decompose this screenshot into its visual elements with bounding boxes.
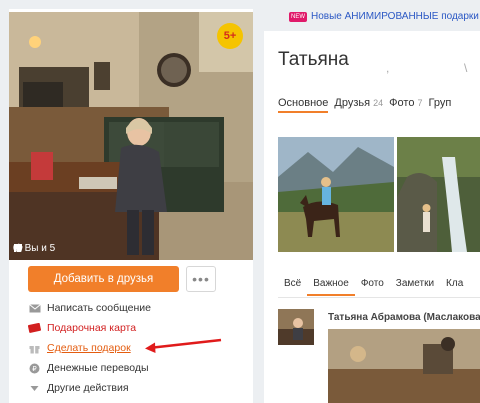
envelope-icon	[28, 303, 41, 314]
likes-stat[interactable]: Вы и 5	[14, 243, 56, 254]
profile-photo-image	[9, 12, 253, 260]
feed-photo[interactable]	[328, 329, 480, 403]
profile-main-card: Татьяна , \ Основное Друзья 24 Фото 7 Гр…	[264, 31, 480, 403]
more-actions-button[interactable]: •••	[186, 266, 216, 292]
action-make-gift[interactable]: Сделать подарок	[28, 338, 151, 358]
waterfall-photo-image	[397, 137, 480, 252]
feed-tab-notes[interactable]: Заметки	[390, 275, 440, 296]
money-icon: ₽	[28, 363, 41, 374]
horse-photo-image	[278, 137, 394, 252]
feed-tab-all[interactable]: Всё	[278, 275, 307, 296]
tab-groups[interactable]: Груп	[429, 97, 452, 113]
action-label: Денежные переводы	[47, 362, 149, 374]
feed-tab-important[interactable]: Важное	[307, 275, 355, 296]
feed-photo-image	[328, 329, 480, 403]
feed-tab-photos[interactable]: Фото	[355, 275, 390, 296]
age-badge: 5+	[217, 23, 243, 49]
profile-actions-list: Написать сообщение Подарочная карта Сдел…	[28, 298, 151, 398]
divider	[278, 297, 480, 298]
feed-tab-classes[interactable]: Кла	[440, 275, 469, 296]
feed-tabs: Всё Важное Фото Заметки Кла	[278, 275, 469, 296]
action-money-transfer[interactable]: ₽ Денежные переводы	[28, 358, 151, 378]
profile-photo[interactable]: 5+ 0 Вы и 5	[9, 12, 253, 260]
gallery-photo-waterfall[interactable]	[397, 137, 480, 252]
promo-text: Новые АНИМИРОВАННЫЕ подарки	[311, 11, 479, 22]
gift-card-icon	[28, 323, 41, 334]
new-badge: NEW	[289, 11, 307, 22]
action-other[interactable]: Другие действия	[28, 378, 151, 398]
promo-banner[interactable]: NEW Новые АНИМИРОВАННЫЕ подарки	[289, 11, 479, 22]
avatar[interactable]	[278, 309, 314, 345]
photo-stats: 0 Вы и 5	[13, 243, 55, 254]
stray-mark: \	[464, 61, 468, 75]
avatar-image	[278, 309, 314, 345]
tab-friends[interactable]: Друзья 24	[334, 97, 383, 113]
svg-text:₽: ₽	[32, 365, 37, 373]
stray-mark: ,	[386, 61, 390, 75]
like-icon	[14, 243, 23, 252]
chevron-down-icon	[28, 383, 41, 394]
action-send-message[interactable]: Написать сообщение	[28, 298, 151, 318]
profile-tabs: Основное Друзья 24 Фото 7 Груп	[278, 97, 451, 113]
action-label: Сделать подарок	[47, 342, 131, 354]
add-friend-button[interactable]: Добавить в друзья	[28, 266, 179, 292]
tab-main[interactable]: Основное	[278, 97, 329, 113]
gift-icon	[28, 343, 41, 354]
tab-photos[interactable]: Фото 7	[389, 97, 422, 113]
action-label: Другие действия	[47, 382, 129, 394]
action-label: Написать сообщение	[47, 302, 151, 314]
feed-author-name[interactable]: Татьяна Абрамова (Маслакова	[328, 312, 480, 323]
action-label: Подарочная карта	[47, 322, 137, 334]
user-name: Татьяна	[278, 49, 349, 70]
red-arrow-annotation	[145, 338, 222, 353]
gallery-photo-horse[interactable]	[278, 137, 394, 252]
action-gift-card[interactable]: Подарочная карта	[28, 318, 151, 338]
likes-count: Вы и 5	[24, 243, 56, 254]
